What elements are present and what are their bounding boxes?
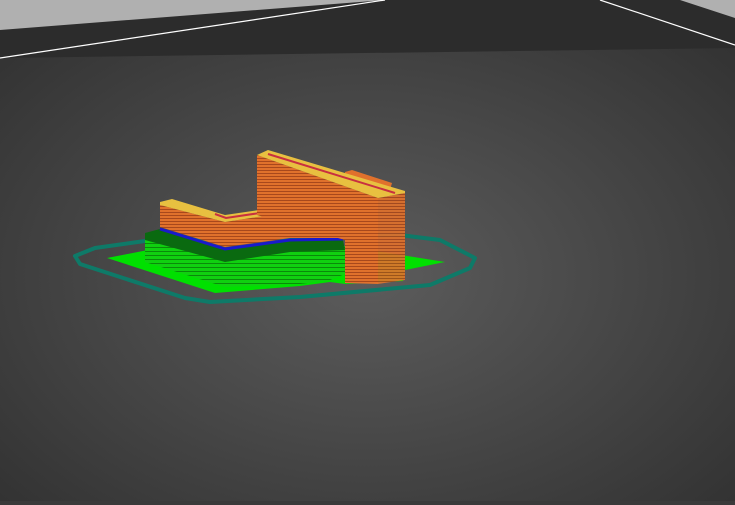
3d-preview-viewport[interactable] <box>0 0 735 501</box>
wall-side <box>378 193 405 284</box>
scene[interactable] <box>0 0 735 501</box>
